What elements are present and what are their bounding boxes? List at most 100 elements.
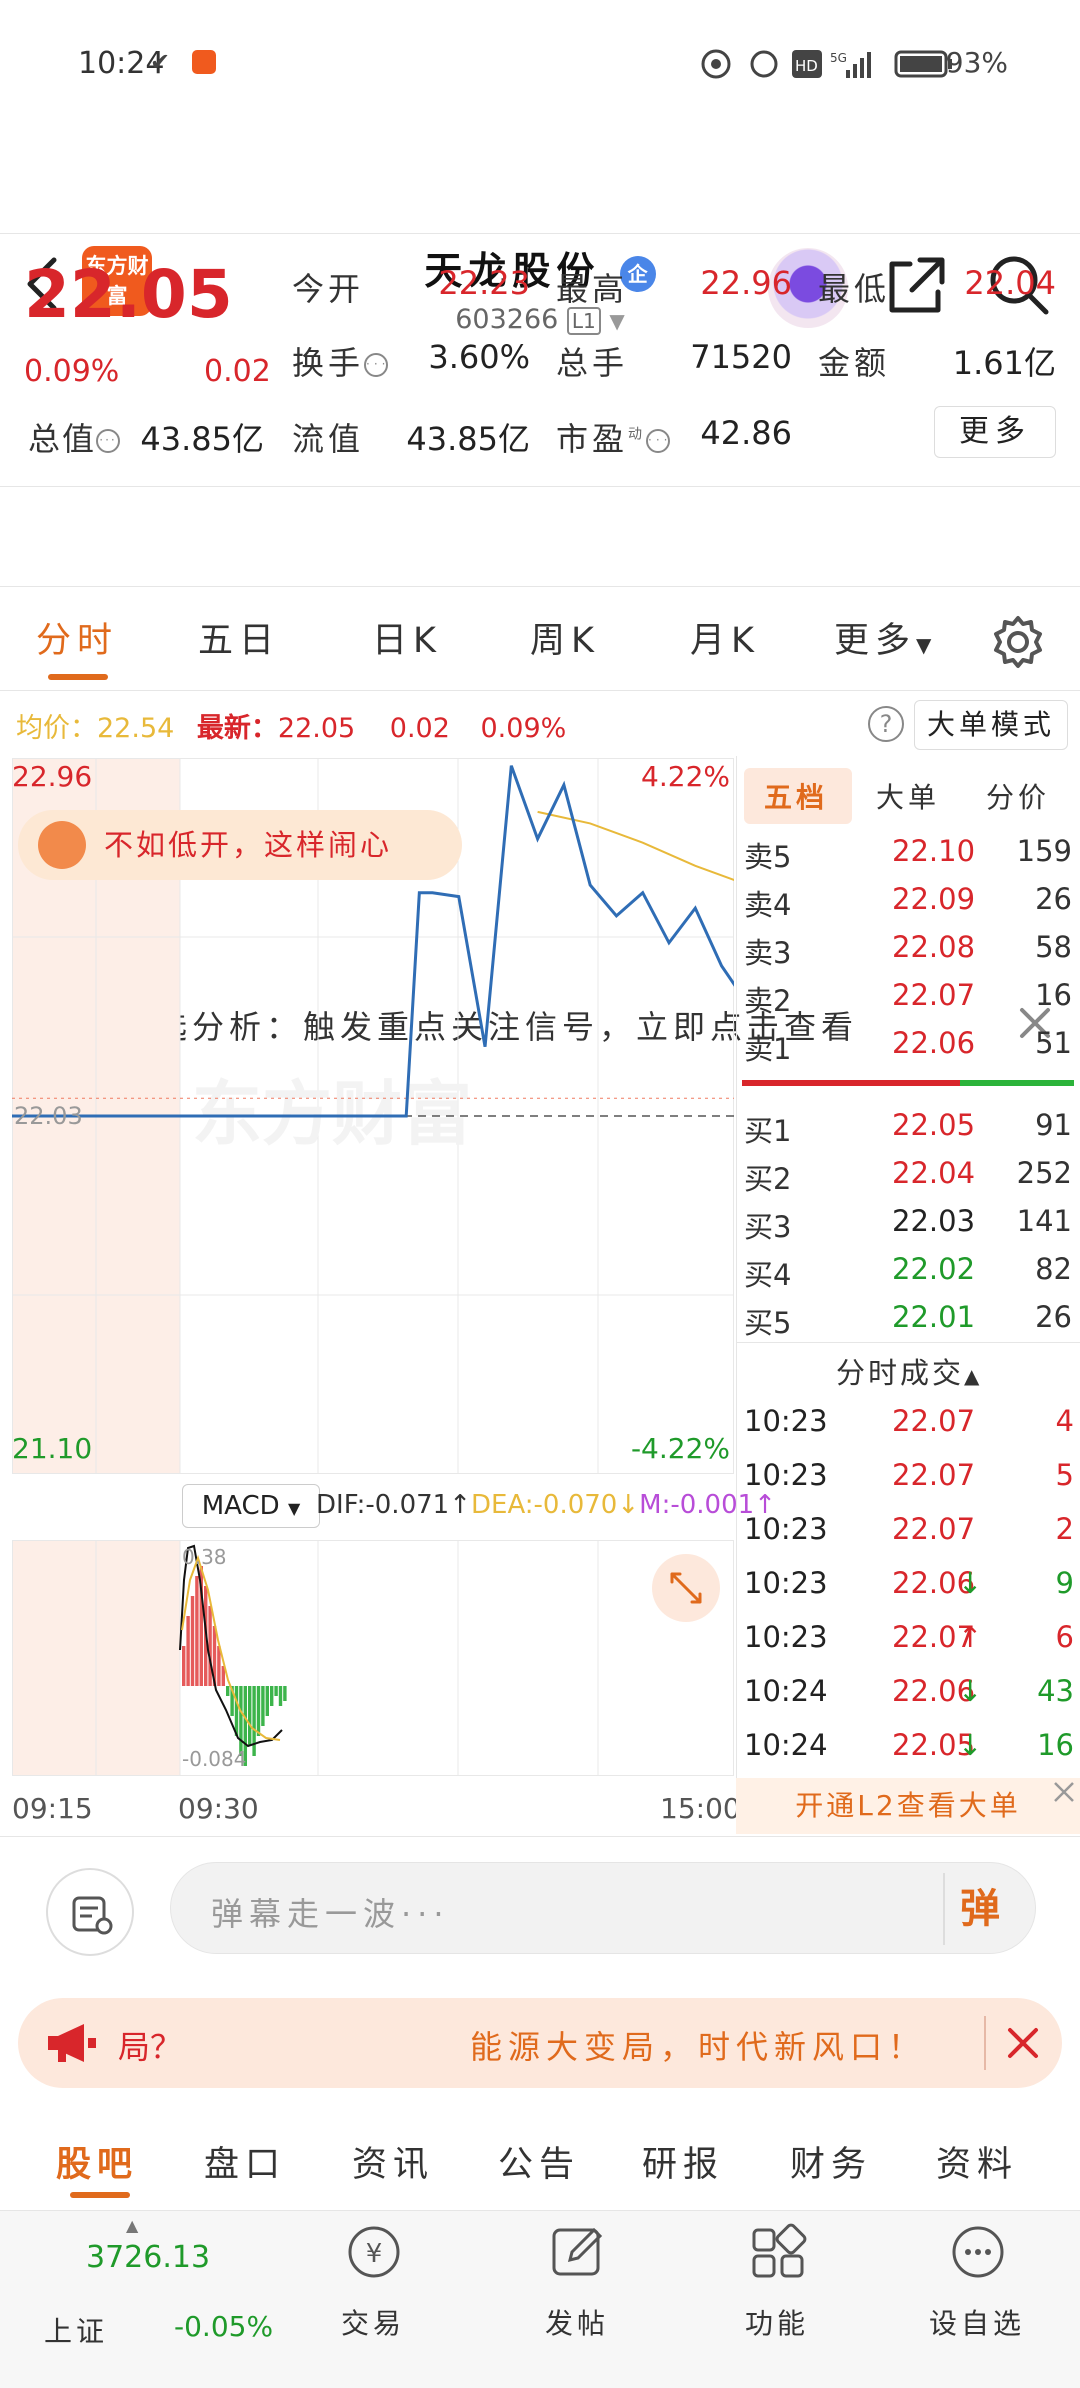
megaphone-icon: [48, 2024, 96, 2062]
avg-price-value: 22.54: [97, 713, 175, 744]
macd-header: MACD ▼ DIF:-0.071↑DEA:-0.070↓M:-0.001↑: [12, 1478, 776, 1538]
index-change: -0.05%: [174, 2310, 274, 2343]
ob-tab-price-dist[interactable]: 分价: [986, 776, 1050, 816]
tab-financials[interactable]: 财务: [790, 2136, 872, 2187]
svg-text:5G: 5G: [830, 51, 847, 65]
macd-bar: [265, 1686, 269, 1716]
close-icon[interactable]: [1006, 2026, 1040, 2060]
help-icon[interactable]: ?: [868, 706, 904, 742]
tab-daily-k[interactable]: 日K: [372, 612, 442, 663]
caret-up-icon: ▲: [964, 1364, 983, 1388]
tab-pankou[interactable]: 盘口: [204, 2136, 286, 2187]
trade-row: 10:23 22.07 5: [744, 1458, 1074, 1492]
danmaku-settings-icon[interactable]: [46, 1868, 134, 1956]
tab-intraday[interactable]: 分时: [36, 612, 118, 663]
nav-post[interactable]: 发帖: [502, 2302, 652, 2342]
danmaku-toggle-button[interactable]: 弹: [943, 1873, 1015, 1945]
macd-bar: [252, 1686, 256, 1756]
market-cap-value: 43.85亿: [140, 420, 264, 458]
tab-news[interactable]: 资讯: [352, 2136, 434, 2187]
macd-bar: [283, 1686, 287, 1701]
tab-profile[interactable]: 资料: [936, 2136, 1018, 2187]
macd-dif: DIF:-0.071: [316, 1490, 450, 1520]
ask-row: 卖1 22.06 51: [744, 1026, 1072, 1066]
compose-icon[interactable]: [548, 2222, 608, 2282]
info-icon[interactable]: ···: [646, 429, 671, 453]
signal-icons: HD 5G: [701, 49, 952, 79]
change-pct: 0.09%: [24, 354, 120, 389]
stock-code: 603266: [455, 304, 559, 335]
macd-bar: [278, 1686, 283, 1706]
nav-functions[interactable]: 功能: [702, 2302, 852, 2342]
tab-five-day[interactable]: 五日: [198, 612, 280, 663]
app-notification-icon: [192, 50, 216, 74]
float-cap-value: 43.85亿: [406, 420, 530, 458]
macd-dea: DEA:-0.070: [471, 1490, 618, 1520]
more-circle-icon[interactable]: [948, 2222, 1008, 2282]
nav-trade[interactable]: 交易: [298, 2302, 448, 2342]
trade-icon[interactable]: ¥: [344, 2222, 404, 2282]
svg-text:HD: HD: [795, 57, 818, 75]
trade-row: 10:23 22.07 2: [744, 1512, 1074, 1546]
macd-values: DIF:-0.071↑DEA:-0.070↓M:-0.001↑: [316, 1490, 776, 1520]
chart-watermark: 东方财富: [192, 1073, 472, 1155]
latest-change: 0.02: [389, 713, 450, 744]
expand-icon: [652, 1554, 720, 1622]
macd-chart[interactable]: 0.38 -0.084: [12, 1540, 734, 1776]
trades-title[interactable]: 分时成交▲: [836, 1350, 982, 1392]
l2-upgrade-banner[interactable]: 开通L2查看大单: [736, 1778, 1080, 1834]
grid-apps-icon[interactable]: [748, 2222, 808, 2282]
chart-bubble: 不如低开，这样闹心: [18, 810, 462, 880]
promo-left-text: 局？: [118, 2028, 183, 2066]
notice-bar[interactable]: 自选分析：触发重点关注信号，立即点击查看: [0, 488, 1080, 1046]
low-value: 22.04: [964, 264, 1056, 302]
float-cap-label: 流值: [292, 420, 365, 458]
chevron-down-icon: ▼: [609, 309, 625, 333]
active-bottom-tab-indicator: [70, 2192, 130, 2198]
stock-header: 东方财富 天龙股份 企 603266 L1 ▼: [0, 120, 1080, 335]
bid-ask-ratio-red: [742, 1080, 960, 1086]
high-value: 22.96: [700, 264, 792, 302]
ask-row: 卖3 22.08 58: [744, 930, 1072, 970]
volume-label: 总手: [556, 344, 629, 382]
trade-row: 10:24 22.05 ↓ 16: [744, 1728, 1074, 1762]
trade-row: 10:23 22.07 ↑ 6: [744, 1620, 1074, 1654]
macd-selector[interactable]: MACD ▼: [182, 1484, 320, 1528]
x-label-open: 09:15: [12, 1792, 93, 1825]
big-order-mode-button[interactable]: 大单模式: [914, 700, 1068, 750]
macd-histogram: [182, 1566, 287, 1766]
share-icon[interactable]: [884, 254, 948, 318]
index-name: 上证: [44, 2315, 109, 2348]
promo-banner[interactable]: 局？ 能源大变局，时代新风口！: [18, 1998, 1062, 2088]
intraday-chart[interactable]: 东方财富 22.96 21.10 4.22% -4.22% 22.03 不如低开…: [12, 758, 734, 1474]
ob-tab-big-order[interactable]: 大单: [876, 776, 940, 816]
ob-tab-five-level[interactable]: 五档: [764, 776, 828, 816]
volume-value: 71520: [690, 338, 792, 376]
tab-weekly-k[interactable]: 周K: [530, 612, 600, 663]
low-label: 最低: [818, 270, 891, 308]
tab-more[interactable]: 更多▼: [834, 612, 937, 663]
macd-bar: [190, 1596, 195, 1686]
settings-gear-icon[interactable]: [990, 614, 1046, 670]
latest-price-value: 22.05: [277, 713, 356, 744]
right-top-label: 4.22%: [641, 760, 730, 793]
tab-guba[interactable]: 股吧: [56, 2136, 138, 2187]
nav-add-watchlist[interactable]: 设自选: [902, 2302, 1052, 2342]
tab-monthly-k[interactable]: 月K: [690, 612, 760, 663]
index-ticker[interactable]: ▲ 3726.13 上证 -0.05%: [30, 2216, 274, 2376]
more-button[interactable]: 更多: [934, 406, 1056, 458]
bid-row: 买3 22.03 141: [744, 1204, 1072, 1244]
open-value: 22.23: [438, 264, 530, 302]
info-icon[interactable]: ···: [364, 353, 389, 377]
close-icon[interactable]: [1052, 1780, 1076, 1804]
latest-price-label: 最新：: [196, 713, 278, 744]
bid-row: 买5 22.01 26: [744, 1300, 1072, 1340]
info-icon[interactable]: ···: [96, 429, 121, 453]
current-price: 22.05: [24, 256, 233, 333]
tab-announcements[interactable]: 公告: [498, 2136, 580, 2187]
tab-research[interactable]: 研报: [642, 2136, 724, 2187]
ask-row: 卖5 22.10 159: [744, 834, 1072, 874]
market-cap-label: 总值 ···: [28, 414, 121, 460]
danmaku-input[interactable]: 弹幕走一波··· 弹: [170, 1862, 1036, 1954]
macd-bar: [208, 1606, 212, 1686]
